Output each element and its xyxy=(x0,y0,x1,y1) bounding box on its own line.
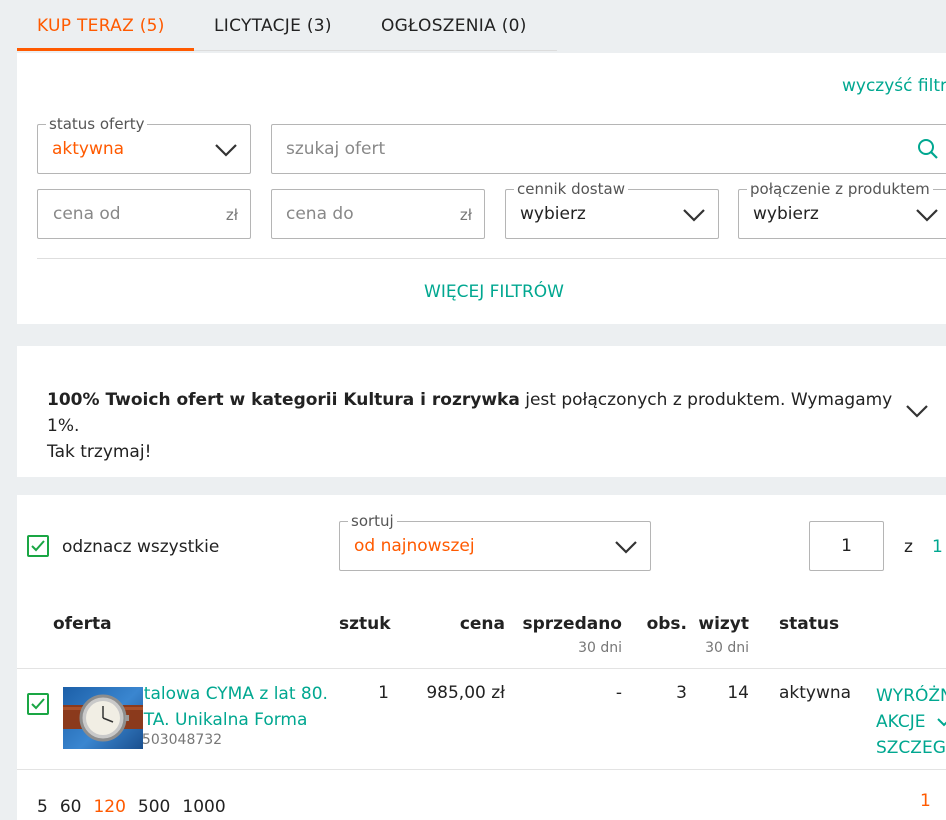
chevron-down-icon xyxy=(615,541,637,554)
page-size-60[interactable]: 60 xyxy=(60,797,82,817)
page-number-value: 1 xyxy=(841,536,852,556)
col-header-qty[interactable]: sztuk xyxy=(339,614,391,634)
page-size-500[interactable]: 500 xyxy=(138,797,170,817)
chevron-down-icon xyxy=(683,209,705,222)
checkmark-icon xyxy=(31,698,45,710)
sort-select-value: od najnowszej xyxy=(354,536,475,556)
col-header-offer[interactable]: oferta xyxy=(53,614,112,634)
chevron-down-icon xyxy=(916,209,938,222)
price-from-placeholder: cena od xyxy=(53,204,121,224)
col-header-sold[interactable]: sprzedano xyxy=(517,614,622,634)
price-to-placeholder: cena do xyxy=(286,204,354,224)
page-size-1000[interactable]: 1000 xyxy=(182,797,225,817)
offer-title-line1: Stalowa CYMA z lat 80. xyxy=(143,684,328,704)
search-icon[interactable] xyxy=(917,138,939,160)
info-message: 100% Twoich ofert w kategorii Kultura i … xyxy=(47,387,897,465)
price-to-input[interactable]: cena do zł xyxy=(271,189,485,239)
sort-select-label: sortuj xyxy=(348,511,397,531)
select-all-checkbox[interactable] xyxy=(27,535,49,557)
table-row: Stalowa CYMA z lat 80. ETA. Unikalna For… xyxy=(17,669,946,769)
col-header-visits[interactable]: wizyt xyxy=(689,614,749,634)
page-number-input[interactable]: 1 xyxy=(809,521,884,571)
col-header-visits-sub: 30 dni xyxy=(705,640,749,656)
search-placeholder: szukaj ofert xyxy=(286,139,386,159)
page-size-selector: 5 60 120 500 1000 xyxy=(37,797,226,817)
offer-title-link[interactable]: Stalowa CYMA z lat 80. ETA. Unikalna For… xyxy=(143,681,328,733)
filter-divider xyxy=(37,258,946,259)
offer-sold: - xyxy=(615,683,622,703)
shipping-select-label: cennik dostaw xyxy=(514,179,628,199)
row-checkbox[interactable] xyxy=(27,693,49,715)
bottom-page-number[interactable]: 1 xyxy=(920,791,931,811)
offer-list-panel: odznacz wszystkie sortuj od najnowszej 1… xyxy=(17,495,946,820)
offer-id: 9503048732 xyxy=(143,732,223,748)
status-select-value: aktywna xyxy=(52,139,125,159)
page-total-link[interactable]: 1 xyxy=(932,537,943,557)
status-select[interactable]: status oferty aktywna xyxy=(37,114,251,174)
actions-menu-label: AKCJE xyxy=(876,712,926,732)
offer-status: aktywna xyxy=(779,683,852,703)
table-row-divider xyxy=(17,769,946,770)
offer-visits: 14 xyxy=(727,683,749,703)
status-select-label: status oferty xyxy=(46,114,148,134)
info-panel: 100% Twoich ofert w kategorii Kultura i … xyxy=(17,346,946,477)
checkmark-icon xyxy=(31,540,45,552)
filter-panel: wyczyść filtry status oferty aktywna szu… xyxy=(17,53,946,324)
search-input[interactable]: szukaj ofert xyxy=(271,124,946,174)
offer-actions: WYRÓŻNIJ AKCJE SZCZEGÓŁY xyxy=(876,683,946,761)
col-header-status[interactable]: status xyxy=(779,614,839,634)
col-header-watchers[interactable]: obs. xyxy=(637,614,687,634)
chevron-down-icon xyxy=(215,144,237,157)
page-size-5[interactable]: 5 xyxy=(37,797,48,817)
sort-select[interactable]: sortuj od najnowszej xyxy=(339,511,651,571)
offer-title-line2: ETA. Unikalna Forma xyxy=(143,710,308,730)
page-of-label: z xyxy=(904,537,913,557)
price-to-unit: zł xyxy=(459,206,472,224)
select-all-label[interactable]: odznacz wszystkie xyxy=(62,537,219,557)
col-header-price[interactable]: cena xyxy=(405,614,505,634)
watch-image xyxy=(63,694,143,742)
more-filters-button[interactable]: WIĘCEJ FILTRÓW xyxy=(17,282,946,302)
page-size-120[interactable]: 120 xyxy=(93,797,125,817)
chevron-down-icon xyxy=(937,717,946,726)
product-link-select-value: wybierz xyxy=(753,204,819,224)
shipping-select-value: wybierz xyxy=(520,204,586,224)
highlight-button[interactable]: WYRÓŻNIJ xyxy=(876,683,946,709)
offer-qty: 1 xyxy=(378,683,389,703)
info-message-bold: 100% Twoich ofert w kategorii Kultura i … xyxy=(47,390,520,410)
price-from-input[interactable]: cena od zł xyxy=(37,189,251,239)
chevron-down-icon[interactable] xyxy=(905,404,929,418)
details-button[interactable]: SZCZEGÓŁY xyxy=(876,735,946,761)
tab-kup-teraz[interactable]: KUP TERAZ (5) xyxy=(37,16,165,36)
clear-filters-link[interactable]: wyczyść filtry xyxy=(842,76,946,96)
shipping-select[interactable]: cennik dostaw wybierz xyxy=(505,179,719,239)
col-header-sold-sub: 30 dni xyxy=(578,640,622,656)
offer-watchers: 3 xyxy=(676,683,687,703)
active-tab-indicator xyxy=(17,48,194,51)
offer-price: 985,00 zł xyxy=(426,683,505,703)
offer-thumbnail[interactable] xyxy=(63,687,143,749)
tab-ogloszenia[interactable]: OGŁOSZENIA (0) xyxy=(381,16,527,36)
actions-menu-button[interactable]: AKCJE xyxy=(876,709,946,735)
product-link-select-label: połączenie z produktem xyxy=(747,179,933,199)
info-message-line2: Tak trzymaj! xyxy=(47,442,152,462)
product-link-select[interactable]: połączenie z produktem wybierz xyxy=(738,179,946,239)
offer-title-cell: Stalowa CYMA z lat 80. ETA. Unikalna For… xyxy=(143,669,333,769)
price-from-unit: zł xyxy=(225,206,238,224)
tab-licytacje[interactable]: LICYTACJE (3) xyxy=(214,16,332,36)
